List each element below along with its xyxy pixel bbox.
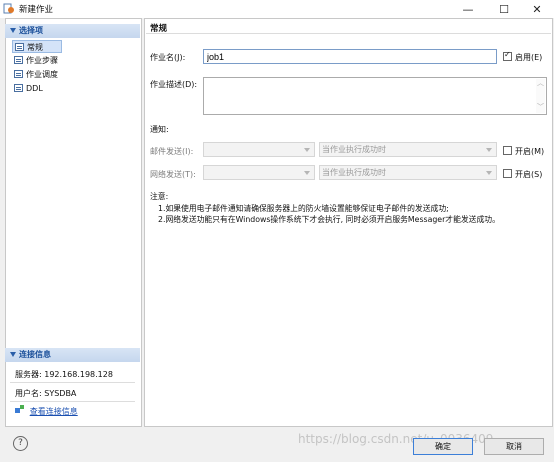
connection-section-header[interactable]: 连接信息 xyxy=(5,348,140,362)
combo-value: 当作业执行成功时 xyxy=(322,145,386,154)
collapse-arrow-icon xyxy=(10,352,16,357)
note-line-2: 2.网络发送功能只有在Windows操作系统下才会执行, 同时必须开启服务Mes… xyxy=(158,215,500,224)
page-icon xyxy=(14,84,23,92)
page-icon xyxy=(14,70,23,78)
note-title: 注意: xyxy=(150,192,169,201)
sidebar-item-label: 作业调度 xyxy=(26,70,58,79)
scrollbar[interactable]: ︿ ﹀ xyxy=(536,79,545,113)
net-condition-combo[interactable]: 当作业执行成功时 xyxy=(319,165,497,180)
sidebar-item-label: DDL xyxy=(26,84,43,93)
options-section-header[interactable]: 选择项 xyxy=(5,24,140,38)
mail-condition-combo[interactable]: 当作业执行成功时 xyxy=(319,142,497,157)
net-recipient-combo[interactable] xyxy=(203,165,315,180)
mail-send-label: 邮件发送(I): xyxy=(150,147,194,156)
divider xyxy=(10,401,135,402)
app-icon xyxy=(3,3,14,14)
connection-icon xyxy=(15,405,25,414)
cancel-button[interactable]: 取消 xyxy=(484,438,544,455)
server-info: 服务器: 192.168.198.128 xyxy=(15,370,113,379)
collapse-arrow-icon xyxy=(10,28,16,33)
scroll-down-icon[interactable]: ﹀ xyxy=(536,103,545,111)
sidebar-item-job-schedule[interactable]: 作业调度 xyxy=(12,68,61,81)
description-label: 作业描述(D): xyxy=(150,80,198,89)
window-title: 新建作业 xyxy=(19,5,54,15)
net-send-label: 网络发送(T): xyxy=(150,170,196,179)
sidebar-item-label: 作业步骤 xyxy=(26,56,58,65)
scroll-up-icon[interactable]: ︿ xyxy=(536,79,545,87)
close-button[interactable]: ✕ xyxy=(520,0,554,18)
net-enable-label: 开启(S) xyxy=(515,170,543,179)
page-icon xyxy=(14,56,23,64)
sidebar-item-ddl[interactable]: DDL xyxy=(12,82,46,95)
divider xyxy=(10,382,135,383)
chevron-down-icon xyxy=(304,148,310,152)
chevron-down-icon xyxy=(486,148,492,152)
maximize-button[interactable]: ☐ xyxy=(487,0,521,18)
user-info: 用户名: SYSDBA xyxy=(15,389,77,398)
mail-enable-label: 开启(M) xyxy=(515,147,545,156)
net-enable-checkbox[interactable] xyxy=(503,169,512,178)
sidebar-item-job-steps[interactable]: 作业步骤 xyxy=(12,54,61,67)
chevron-down-icon xyxy=(486,171,492,175)
combo-value: 当作业执行成功时 xyxy=(322,168,386,177)
help-icon[interactable]: ? xyxy=(13,436,28,451)
ok-button[interactable]: 确定 xyxy=(413,438,473,455)
sidebar-item-label: 常规 xyxy=(27,43,43,52)
view-connection-label: 查看连接信息 xyxy=(29,407,78,416)
options-header-label: 选择项 xyxy=(19,26,43,35)
note-line-1: 1.如果使用电子邮件通知请确保服务器上的防火墙设置能够保证电子邮件的发送成功; xyxy=(158,204,449,213)
notify-label: 通知: xyxy=(150,125,169,134)
job-name-label: 作业名(J): xyxy=(150,53,186,62)
mail-enable-checkbox[interactable] xyxy=(503,146,512,155)
enable-checkbox[interactable] xyxy=(503,50,512,61)
job-name-input[interactable] xyxy=(203,49,497,64)
chevron-down-icon xyxy=(304,171,310,175)
enable-label: 启用(E) xyxy=(515,53,543,62)
page-icon xyxy=(15,43,24,51)
view-connection-link[interactable]: 查看连接信息 xyxy=(15,405,78,417)
mail-recipient-combo[interactable] xyxy=(203,142,315,157)
title-divider xyxy=(146,33,551,34)
connection-header-label: 连接信息 xyxy=(19,350,51,359)
minimize-button[interactable]: — xyxy=(451,0,485,18)
sidebar-item-general[interactable]: 常规 xyxy=(12,40,62,53)
description-textarea[interactable]: ︿ ﹀ xyxy=(203,77,547,115)
